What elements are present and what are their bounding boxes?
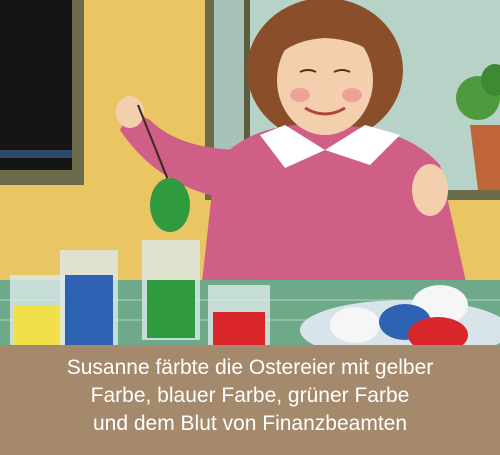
right-hand xyxy=(412,164,448,216)
illustration xyxy=(0,0,500,345)
easter-egg-illustration xyxy=(0,0,500,345)
left-window xyxy=(0,0,84,185)
caption-line-3: und dem Blut von Finanzbeamten xyxy=(92,412,408,435)
glass-green xyxy=(142,240,200,340)
green-egg xyxy=(150,178,190,232)
glass-blue xyxy=(60,250,118,345)
glass-yellow xyxy=(10,275,68,345)
caption-line-1: Susanne färbte die Ostereier mit gelber xyxy=(66,356,434,379)
glass-red xyxy=(208,285,270,345)
caption: Susanne färbte die Ostereier mit gelber … xyxy=(0,345,500,455)
caption-line-2: Farbe, blauer Farbe, grüner Farbe xyxy=(90,384,410,407)
egg-white-1 xyxy=(330,307,380,343)
